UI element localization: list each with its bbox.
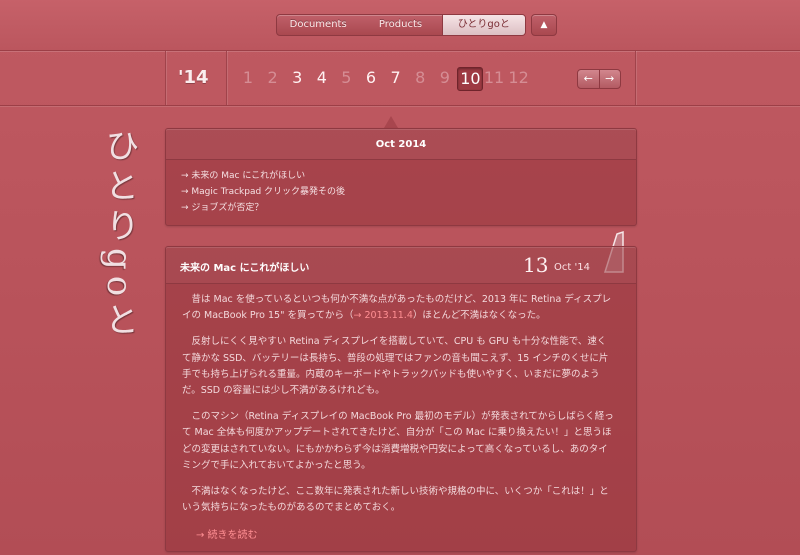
divider [635, 51, 636, 105]
year-nav-buttons: ← → [577, 69, 621, 89]
article-day: 13 [523, 253, 549, 277]
tab-hitorigoto[interactable]: ひとりgoと [441, 15, 525, 35]
article-paragraph: このマシン（Retina ディスプレイの MacBook Pro 最初のモデル）… [182, 411, 614, 471]
divider [165, 51, 166, 105]
month-2[interactable]: 2 [261, 67, 285, 89]
tab-products[interactable]: Products [359, 15, 441, 35]
month-post-list-panel: Oct 2014 → 未来の Mac にこれがほしい → Magic Track… [165, 128, 637, 226]
month-panel-title: Oct 2014 [166, 129, 636, 160]
site-logo[interactable]: ひとりgoと [99, 128, 144, 342]
next-year-button[interactable]: → [598, 70, 621, 88]
article-paragraph: 昔は Mac を使っているといつも何か不満な点があったものだけど、2013 年に… [182, 292, 614, 324]
up-arrow-icon: ▲ [540, 20, 548, 30]
month-12[interactable]: 12 [507, 67, 531, 89]
month-7[interactable]: 7 [384, 67, 408, 89]
prev-year-button[interactable]: ← [578, 70, 599, 88]
month-6[interactable]: 6 [359, 67, 383, 89]
month-3[interactable]: 3 [285, 67, 309, 89]
section-tabs: Documents Products ひとりgoと [276, 14, 526, 36]
article-month-year: Oct '14 [554, 262, 590, 273]
month-10[interactable]: 10 [457, 67, 484, 91]
divider [226, 51, 227, 105]
top-navigation-bar: Documents Products ひとりgoと ▲ [0, 0, 800, 51]
month-pointer [384, 116, 398, 128]
read-more-link[interactable]: → 続きを読む [196, 526, 614, 541]
month-post-list: → 未来の Mac にこれがほしい → Magic Trackpad クリック暴… [181, 168, 636, 216]
post-link[interactable]: → Magic Trackpad クリック暴発その後 [181, 184, 636, 200]
post-link[interactable]: → 未来の Mac にこれがほしい [181, 168, 636, 184]
article-body: 昔は Mac を使っているといつも何か不満な点があったものだけど、2013 年に… [166, 284, 636, 541]
month-9[interactable]: 9 [433, 67, 457, 89]
month-8[interactable]: 8 [408, 67, 432, 89]
article-paragraph: 不満はなくなったけど、ここ数年に発表された新しい技術や規格の中に、いくつか「これ… [182, 486, 609, 514]
scroll-top-button[interactable]: ▲ [531, 14, 557, 36]
month-1[interactable]: 1 [236, 67, 260, 89]
inline-link[interactable]: → 2013.11.4 [354, 310, 413, 321]
article-panel: 未来の Mac にこれがほしい 13 Oct '14 昔は Mac を使っている… [165, 246, 637, 552]
article-header: 未来の Mac にこれがほしい 13 Oct '14 [166, 247, 636, 284]
archive-month-bar: '14 1 2 3 4 5 6 7 8 9 10 11 12 ← → [0, 51, 800, 106]
month-11[interactable]: 11 [482, 67, 506, 89]
month-5[interactable]: 5 [334, 67, 358, 89]
month-4[interactable]: 4 [310, 67, 334, 89]
article-title[interactable]: 未来の Mac にこれがほしい [180, 259, 309, 274]
tab-documents[interactable]: Documents [277, 15, 359, 35]
post-link[interactable]: → ジョブズが否定？ [181, 200, 636, 216]
archive-year: '14 [178, 67, 209, 88]
article-paragraph: 反射しにくく見やすい Retina ディスプレイを搭載していて、CPU も GP… [182, 336, 609, 397]
text: ）ほとんど不満はなくなった。 [412, 310, 546, 322]
